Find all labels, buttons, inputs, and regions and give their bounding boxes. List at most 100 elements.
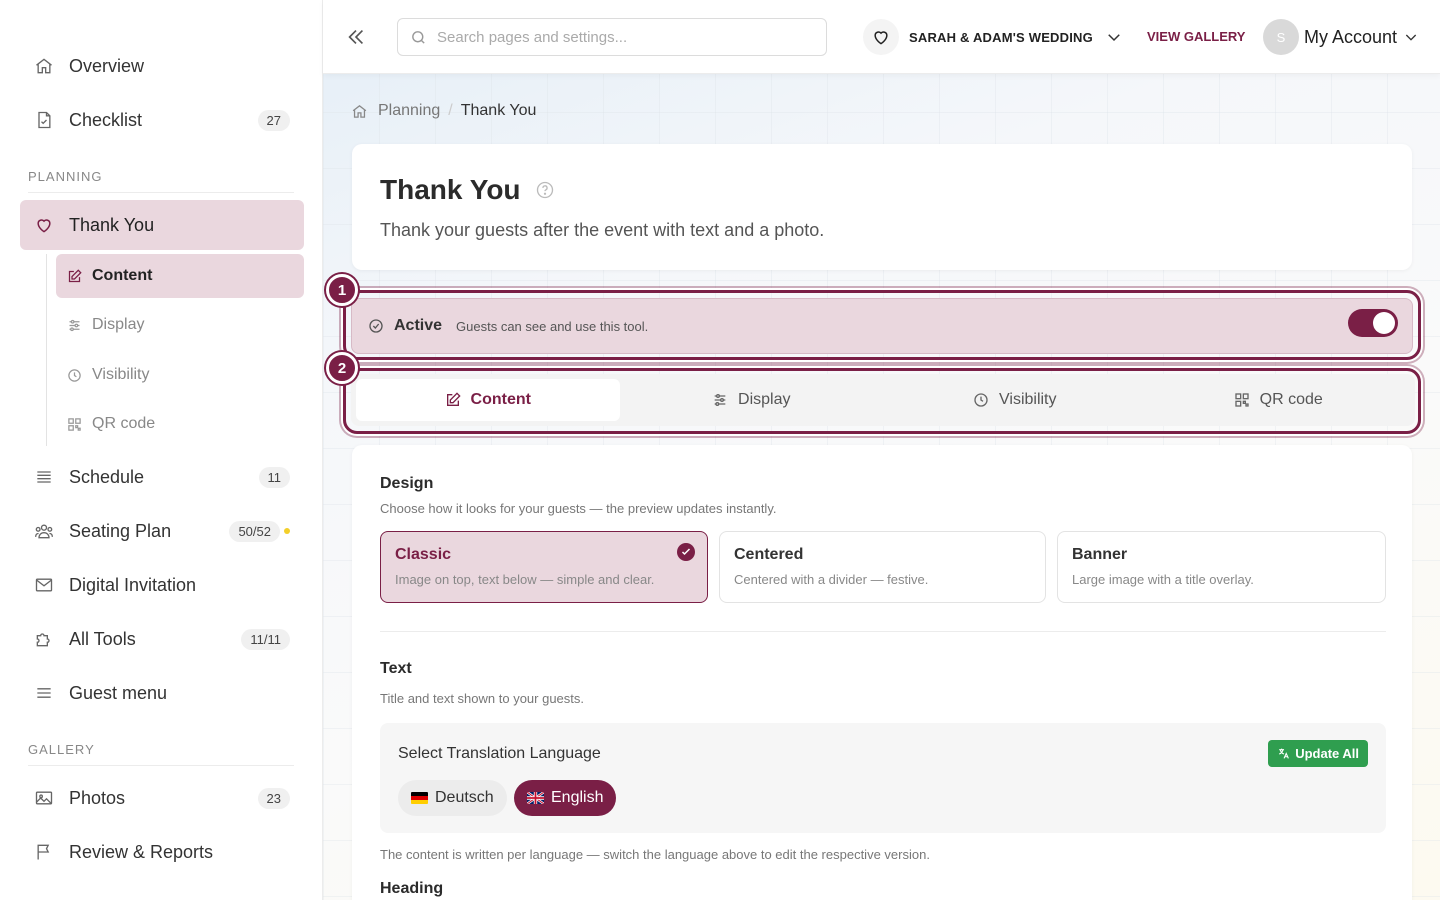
sidebar: Overview Checklist 27 PLANNING Thank You… — [0, 0, 323, 900]
translate-icon — [1277, 747, 1290, 760]
german-flag-icon — [411, 792, 428, 804]
section-divider — [380, 631, 1386, 632]
callout-number-1: 1 — [326, 274, 358, 306]
sidebar-subitem-qr-code[interactable]: QR code — [56, 402, 304, 446]
breadcrumb-planning[interactable]: Planning — [378, 102, 440, 120]
language-label: Deutsch — [435, 789, 494, 806]
users-icon — [34, 521, 54, 541]
submenu-guide-line — [46, 254, 47, 446]
sidebar-item-thank-you[interactable]: Thank You — [20, 200, 304, 250]
sidebar-subitem-label: QR code — [92, 415, 156, 432]
option-description: Large image with a title overlay. — [1072, 572, 1254, 587]
language-english[interactable]: English — [514, 780, 617, 816]
translation-title: Select Translation Language — [398, 745, 601, 762]
home-icon — [34, 56, 54, 76]
text-section-description: Title and text shown to your guests. — [380, 691, 585, 706]
home-icon[interactable] — [351, 103, 368, 120]
qr-icon — [67, 417, 82, 432]
collapse-sidebar-icon[interactable] — [345, 26, 367, 48]
language-label: English — [551, 789, 604, 806]
image-icon — [34, 788, 54, 808]
breadcrumb-current: Thank You — [460, 102, 537, 119]
heading-label: Heading — [380, 880, 444, 897]
translation-panel: Select Translation Language Update All D… — [380, 723, 1386, 833]
option-description: Image on top, text below — simple and cl… — [395, 572, 655, 587]
text-section-title: Text — [380, 660, 412, 677]
design-option-banner[interactable]: Banner Large image with a title overlay. — [1057, 531, 1386, 603]
sidebar-item-checklist[interactable]: Checklist 27 — [20, 96, 304, 144]
flag-icon — [34, 842, 54, 862]
update-all-button[interactable]: Update All — [1268, 740, 1368, 767]
topbar: SARAH & ADAM'S WEDDING VIEW GALLERY S My… — [323, 0, 1440, 74]
option-description: Centered with a divider — festive. — [734, 572, 929, 587]
sidebar-item-all-tools[interactable]: All Tools 11/11 — [20, 615, 304, 663]
update-all-label: Update All — [1295, 746, 1359, 761]
page-description: Thank your guests after the event with t… — [380, 220, 825, 240]
sidebar-item-label: All Tools — [69, 628, 136, 649]
sidebar-item-photos[interactable]: Photos 23 — [20, 774, 304, 822]
sidebar-item-digital-invitation[interactable]: Digital Invitation — [20, 561, 304, 609]
sidebar-subitem-display[interactable]: Display — [56, 303, 304, 347]
status-dot — [284, 528, 290, 534]
count-badge: 27 — [257, 109, 290, 131]
view-gallery-link[interactable]: VIEW GALLERY — [1147, 29, 1245, 44]
avatar: S — [1263, 19, 1299, 55]
list-icon — [34, 467, 54, 487]
search-input[interactable] — [437, 28, 797, 46]
chevron-down-icon — [1105, 28, 1123, 46]
breadcrumb: Planning / Thank You — [351, 102, 536, 120]
highlight-frame-1 — [343, 290, 1421, 360]
sidebar-item-guest-menu[interactable]: Guest menu — [20, 669, 304, 717]
sidebar-item-seating-plan[interactable]: Seating Plan 50/52 — [20, 507, 304, 555]
sidebar-item-review-reports[interactable]: Review & Reports — [20, 828, 304, 876]
account-menu[interactable]: S My Account — [1263, 18, 1419, 56]
sidebar-subitem-label: Display — [92, 316, 145, 333]
sidebar-subitem-content[interactable]: Content — [56, 254, 304, 298]
sidebar-subitem-label: Visibility — [92, 366, 150, 383]
mail-icon — [34, 575, 54, 595]
design-title: Design — [380, 475, 434, 492]
sidebar-item-label: Checklist — [69, 109, 143, 130]
option-title: Centered — [734, 546, 804, 563]
help-icon[interactable] — [535, 180, 555, 200]
event-name: SARAH & ADAM'S WEDDING — [909, 29, 1093, 45]
sidebar-item-label: Photos — [69, 787, 126, 808]
puzzle-icon — [34, 629, 54, 649]
page-title: Thank You — [380, 174, 555, 206]
option-title: Banner — [1072, 546, 1128, 563]
highlight-frame-2 — [343, 368, 1421, 434]
clock-icon — [67, 368, 82, 383]
edit-icon — [67, 268, 82, 284]
count-badge: 11 — [258, 466, 290, 488]
sidebar-item-label: Digital Invitation — [69, 574, 197, 595]
uk-flag-icon — [527, 792, 544, 804]
sidebar-item-label: Review & Reports — [69, 841, 214, 862]
sidebar-item-overview[interactable]: Overview — [20, 42, 304, 90]
breadcrumb-separator: / — [448, 102, 453, 119]
content-card: Design Choose how it looks for your gues… — [352, 445, 1412, 900]
sidebar-item-label: Overview — [69, 55, 145, 76]
option-title: Classic — [395, 546, 452, 563]
design-option-classic[interactable]: Classic Image on top, text below — simpl… — [380, 531, 708, 603]
design-description: Choose how it looks for your guests — th… — [380, 501, 777, 516]
main-area: SARAH & ADAM'S WEDDING VIEW GALLERY S My… — [323, 0, 1440, 900]
search-box[interactable] — [397, 18, 827, 56]
section-heading-planning: PLANNING — [28, 169, 294, 193]
check-icon — [677, 543, 695, 561]
event-switcher[interactable]: SARAH & ADAM'S WEDDING — [863, 18, 1123, 56]
chevron-down-icon — [1403, 29, 1419, 45]
account-label: My Account — [1304, 26, 1398, 47]
sidebar-item-label: Seating Plan — [69, 520, 172, 541]
sidebar-item-label: Guest menu — [69, 682, 168, 703]
sidebar-item-label: Schedule — [69, 466, 145, 487]
language-deutsch[interactable]: Deutsch — [398, 780, 507, 816]
section-heading-gallery: GALLERY — [28, 742, 294, 766]
sidebar-subitem-label: Content — [92, 267, 153, 284]
page-header-card: Thank You Thank your guests after the ev… — [352, 144, 1412, 270]
language-note: The content is written per language — sw… — [380, 847, 930, 862]
count-badge: 11/11 — [241, 628, 290, 650]
sidebar-item-schedule[interactable]: Schedule 11 — [20, 453, 304, 501]
checklist-icon — [34, 110, 54, 130]
sidebar-subitem-visibility[interactable]: Visibility — [56, 353, 304, 397]
design-option-centered[interactable]: Centered Centered with a divider — festi… — [719, 531, 1046, 603]
